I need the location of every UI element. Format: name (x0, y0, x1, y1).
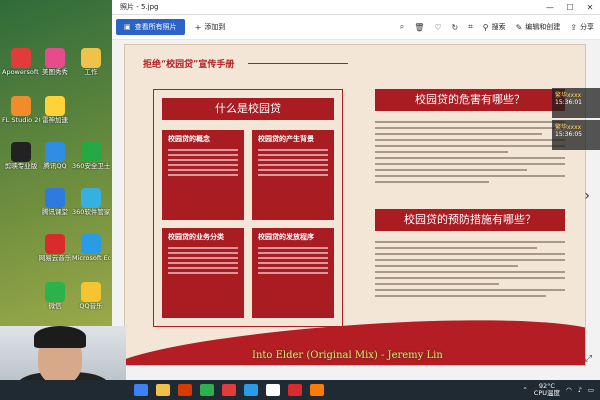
notification-item[interactable]: 繁华xxxx 15:36:05 (552, 120, 600, 150)
app-icon (45, 282, 65, 302)
photo-viewer-window: 照片 - 5.jpg — ☐ ✕ ▣ 查看所有照片 + 添加到 ⌕ 🗑 ♡ ↻ … (112, 0, 600, 380)
desktop-icon-360-software[interactable]: 360软件管家 (72, 188, 110, 216)
taskbar-app-icon[interactable] (178, 384, 192, 396)
app-icon (81, 142, 101, 162)
photos-icon: ▣ (124, 23, 131, 31)
title-bar: 照片 - 5.jpg — ☐ ✕ (112, 0, 600, 15)
taskbar-app-icon[interactable] (310, 384, 324, 396)
chevron-up-icon[interactable]: ⌃ (522, 386, 527, 394)
taskbar-app-icon[interactable] (134, 384, 148, 396)
desktop-icon-fl-studio[interactable]: FL Studio 20 (2, 96, 40, 124)
system-tray: ⌃ 92°C CPU温度 ◠ ♪ ▭ (522, 383, 600, 397)
app-icon (45, 142, 65, 162)
next-image-icon[interactable]: › (584, 188, 590, 204)
desktop-icon-apowersoft[interactable]: Apowersoft 录屏王 (2, 48, 40, 76)
poster-card-procedure: 校园贷的发放程序 (252, 228, 334, 318)
poster-harms-text (375, 117, 565, 187)
plus-icon: + (194, 22, 202, 32)
poster-card-background: 校园贷的产生背景 (252, 130, 334, 220)
viewer-toolbar: ▣ 查看所有照片 + 添加到 ⌕ 🗑 ♡ ↻ ⌗ ⚲ 搜索 ✎ 编辑和创建 ⇪ … (112, 15, 600, 40)
desktop-icon-meitu[interactable]: 美图秀秀 (36, 48, 74, 76)
desktop-icon-work-folder[interactable]: 工作 (72, 48, 110, 76)
app-icon (45, 96, 65, 116)
poster-left-panel: 什么是校园贷 校园贷的概念 校园贷的产生背景 校园贷的业务分类 校园贷的发放程序 (153, 89, 343, 327)
poster-card-business: 校园贷的业务分类 (162, 228, 244, 318)
app-icon (11, 48, 31, 68)
now-playing-overlay: Into Elder (Original Mix) - Jeremy Lin (252, 350, 443, 361)
taskbar-app-icon[interactable] (244, 384, 258, 396)
desktop-icon-tencent-class[interactable]: 腾讯课堂 (36, 188, 74, 216)
delete-icon[interactable]: 🗑 (414, 23, 424, 32)
app-icon (11, 142, 31, 162)
desktop-icon-360-security[interactable]: 360安全卫士 (72, 142, 110, 170)
desktop-icon-area: Apowersoft 录屏王 美图秀秀 工作 FL Studio 20 雷神加速… (0, 0, 112, 380)
app-icon (81, 234, 101, 254)
volume-icon[interactable]: ♪ (578, 386, 582, 394)
search-button[interactable]: ⚲ 搜索 (483, 22, 506, 32)
notification-item[interactable]: 繁华xxxx 15:36:01 (552, 88, 600, 118)
poster-title: 拒绝“校园贷”宣传手册 (143, 57, 349, 70)
share-icon: ⇪ (570, 22, 577, 32)
poster-image: 拒绝“校园贷”宣传手册 什么是校园贷 校园贷的概念 校园贷的产生背景 校园贷的业… (124, 44, 586, 366)
search-icon: ⚲ (482, 22, 489, 32)
close-icon[interactable]: ✕ (580, 3, 600, 12)
app-icon (45, 234, 65, 254)
desktop-icon-qq-music[interactable]: QQ音乐 (72, 282, 110, 310)
edit-icon: ✎ (515, 22, 523, 32)
desktop-icon-netease-music[interactable]: 网易云音乐 (36, 234, 74, 262)
rotate-icon[interactable]: ↻ (452, 23, 459, 32)
desktop-icon-jianying[interactable]: 剪映专业版 (2, 142, 40, 170)
zoom-icon[interactable]: ⌕ (400, 22, 404, 32)
notification-center-icon[interactable]: ▭ (588, 386, 594, 394)
taskbar-app-icon[interactable] (156, 384, 170, 396)
poster-right-heading-prevention: 校园贷的预防措施有哪些？ (375, 209, 565, 231)
app-icon (45, 48, 65, 68)
poster-prevention-text (375, 237, 565, 301)
edit-create-button[interactable]: ✎ 编辑和创建 (516, 22, 561, 32)
wifi-icon[interactable]: ◠ (566, 386, 572, 394)
fullscreen-icon[interactable]: ⤢ (585, 354, 592, 364)
taskbar-app-icon[interactable] (222, 384, 236, 396)
folder-icon (81, 48, 101, 68)
poster-card-concept: 校园贷的概念 (162, 130, 244, 220)
crop-icon[interactable]: ⌗ (468, 22, 473, 32)
share-button[interactable]: ⇪ 分享 (570, 22, 594, 32)
window-title: 照片 - 5.jpg (120, 3, 159, 11)
taskbar-app-icon[interactable] (288, 384, 302, 396)
app-icon (45, 188, 65, 208)
app-icon (81, 282, 101, 302)
poster-left-heading: 什么是校园贷 (162, 98, 334, 120)
desktop-icon-edge[interactable]: Microsoft Edge (72, 234, 110, 262)
poster-right-heading-harms: 校园贷的危害有哪些？ (375, 89, 565, 111)
view-all-photos-button[interactable]: ▣ 查看所有照片 (116, 19, 185, 35)
taskbar-app-icon[interactable] (200, 384, 214, 396)
cpu-temperature: 92°C CPU温度 (533, 382, 561, 397)
app-icon (11, 96, 31, 116)
minimize-icon[interactable]: — (540, 3, 560, 12)
taskbar-app-icon[interactable] (266, 384, 280, 396)
favorite-icon[interactable]: ♡ (434, 23, 441, 32)
desktop-icon-qq[interactable]: 腾讯QQ (36, 142, 74, 170)
add-to-button[interactable]: + 添加到 (195, 22, 226, 32)
maximize-icon[interactable]: ☐ (560, 3, 580, 12)
app-icon (81, 188, 101, 208)
taskbar: ⌃ 92°C CPU温度 ◠ ♪ ▭ (0, 380, 600, 400)
webcam-overlay (0, 326, 126, 386)
desktop-icon-leishen[interactable]: 雷神加速 (36, 96, 74, 124)
desktop-icon-wechat[interactable]: 微信 (36, 282, 74, 310)
